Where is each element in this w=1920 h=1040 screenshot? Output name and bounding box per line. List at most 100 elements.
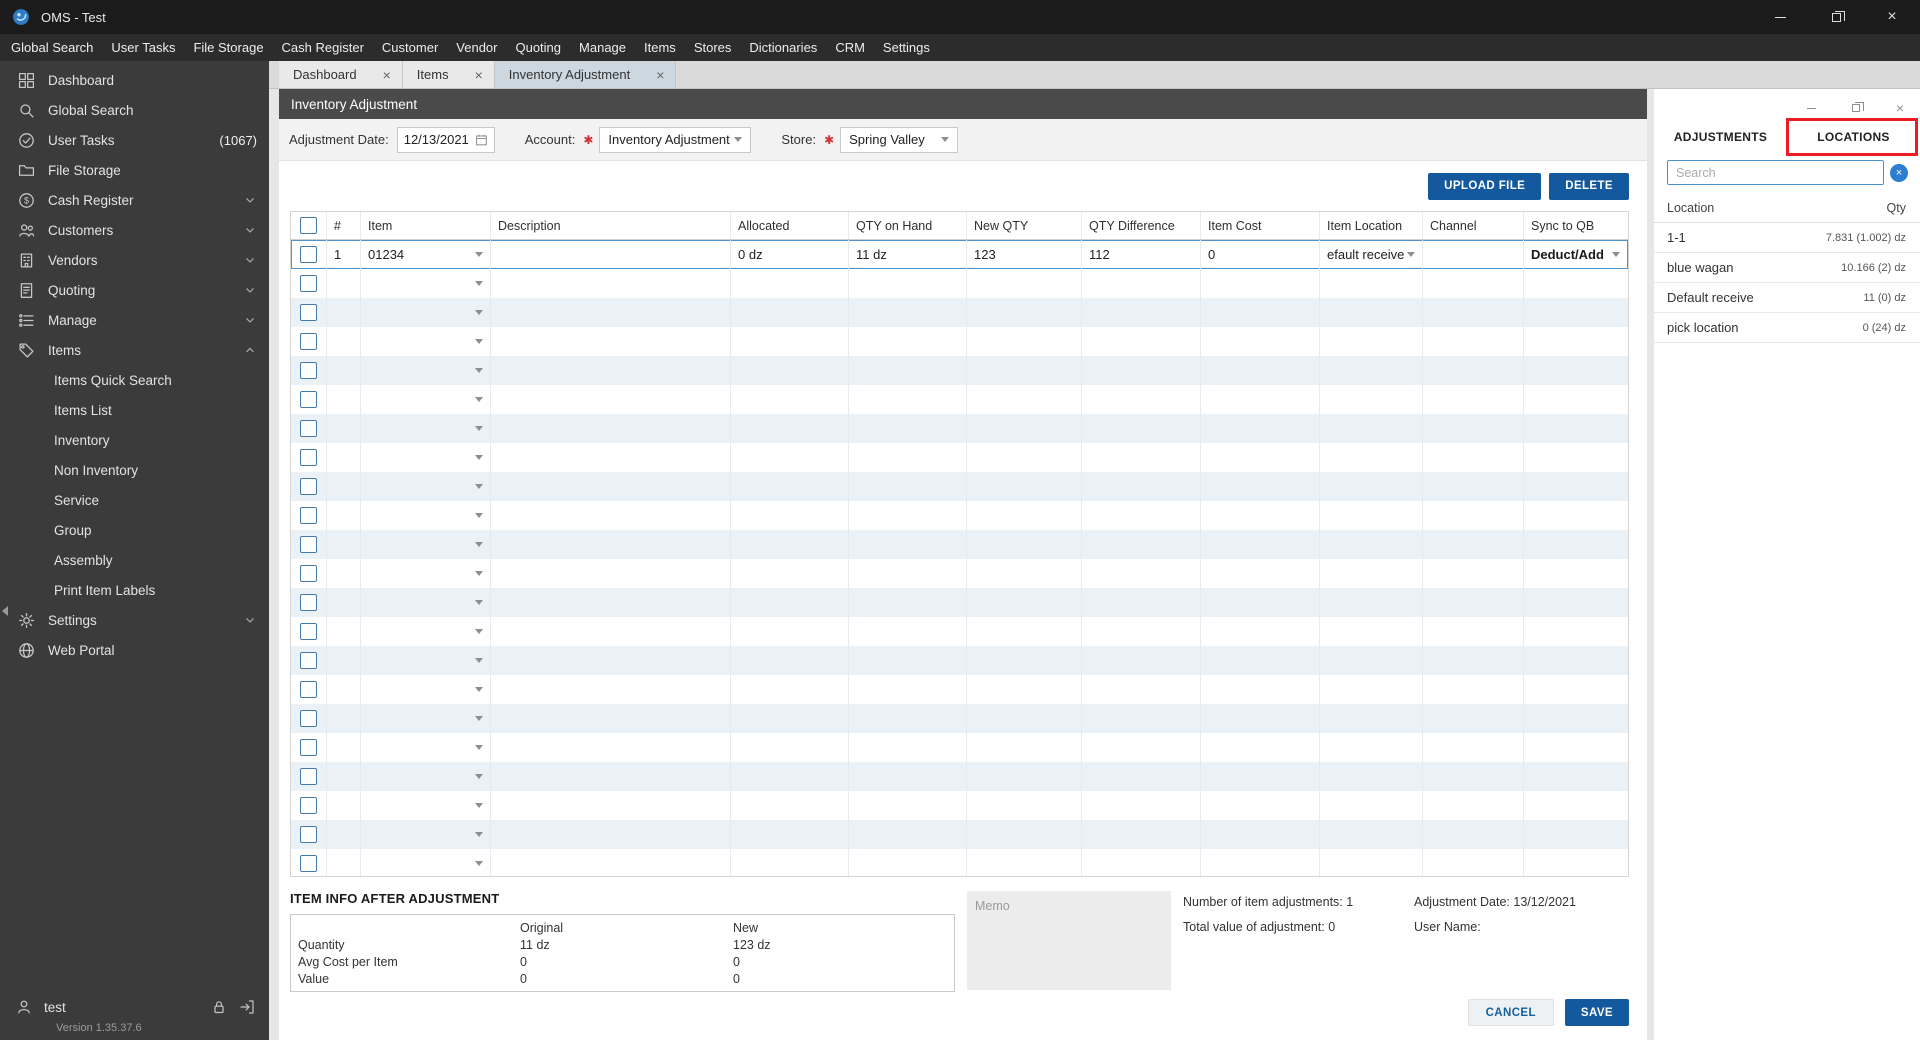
row-cell-num[interactable] [327,385,361,414]
row-cell-num[interactable] [327,762,361,791]
sidebar-item-settings[interactable]: Settings [0,605,269,635]
row-cell-channel[interactable] [1423,791,1524,820]
row-cell-item-cost[interactable] [1201,530,1320,559]
row-cell-num[interactable] [327,530,361,559]
row-cell-description[interactable] [491,849,731,876]
row-cell-item-cost[interactable] [1201,269,1320,298]
row-cell-channel[interactable] [1423,675,1524,704]
row-cell-description[interactable] [491,704,731,733]
row-checkbox[interactable] [300,304,317,321]
sidebar-item-vendors[interactable]: Vendors [0,245,269,275]
sidebar-item-customers[interactable]: Customers [0,215,269,245]
row-cell-new-qty[interactable] [967,762,1082,791]
row-cell-channel[interactable] [1423,298,1524,327]
location-row-pick-location[interactable]: pick location 0 (24) dz [1654,313,1920,343]
row-cell-qty-on-hand[interactable] [849,501,967,530]
row-cell-allocated[interactable] [731,733,849,762]
row-checkbox[interactable] [300,623,317,640]
row-cell-qty-difference[interactable] [1082,675,1201,704]
row-cell-channel[interactable] [1423,762,1524,791]
row-cell-new-qty[interactable] [967,269,1082,298]
row-cell-item[interactable] [361,356,491,385]
adjustment-date-field[interactable]: 12/13/2021 [396,126,495,153]
row-cell-num[interactable] [327,675,361,704]
sidebar-item-inventory[interactable]: Inventory [0,425,269,455]
row-checkbox[interactable] [300,710,317,727]
row-cell-description[interactable] [491,269,731,298]
tab-close-icon[interactable]: × [475,68,483,82]
row-cell-channel[interactable] [1423,443,1524,472]
row-cell-item[interactable] [361,849,491,876]
row-cell-description[interactable] [491,385,731,414]
row-cell-item[interactable] [361,327,491,356]
row-cell-item[interactable] [361,675,491,704]
row-cell-sync-to-qb[interactable] [1524,385,1628,414]
row-cell-item-location[interactable] [1320,559,1423,588]
row-cell-new-qty[interactable] [967,646,1082,675]
sidebar-item-service[interactable]: Service [0,485,269,515]
menu-items[interactable]: Items [635,34,685,61]
row-cell-item[interactable] [361,385,491,414]
location-row-blue-wagan[interactable]: blue wagan 10.166 (2) dz [1654,253,1920,283]
row-cell-item-cost[interactable] [1201,820,1320,849]
row-cell-item-cost[interactable] [1201,443,1320,472]
row-checkbox[interactable] [300,797,317,814]
save-button[interactable]: SAVE [1564,999,1629,1026]
row-checkbox[interactable] [300,739,317,756]
row-checkbox[interactable] [300,855,317,872]
row-cell-qty-difference[interactable] [1082,617,1201,646]
row-cell-description[interactable] [491,501,731,530]
row-cell-qty-difference[interactable] [1082,501,1201,530]
row-cell-new-qty[interactable] [967,327,1082,356]
row-cell-num[interactable]: 1 [327,240,361,269]
row-cell-item[interactable] [361,588,491,617]
row-cell-item-location[interactable] [1320,762,1423,791]
row-cell-qty-difference[interactable] [1082,443,1201,472]
panel-tab-locations[interactable]: LOCATIONS [1787,120,1920,153]
row-checkbox[interactable] [300,362,317,379]
row-cell-item-location[interactable] [1320,791,1423,820]
row-cell-sync-to-qb[interactable] [1524,327,1628,356]
row-cell-description[interactable] [491,675,731,704]
row-cell-item-location[interactable] [1320,733,1423,762]
row-cell-new-qty[interactable] [967,617,1082,646]
row-cell-qty-on-hand[interactable] [849,675,967,704]
menu-customer[interactable]: Customer [373,34,447,61]
row-cell-new-qty[interactable] [967,356,1082,385]
row-cell-item-cost[interactable] [1201,733,1320,762]
location-row-default-receive[interactable]: Default receive 11 (0) dz [1654,283,1920,313]
row-cell-qty-on-hand[interactable] [849,733,967,762]
sidebar-item-web-portal[interactable]: Web Portal [0,635,269,665]
tab-close-icon[interactable]: × [383,68,391,82]
row-cell-description[interactable] [491,646,731,675]
row-cell-item[interactable] [361,733,491,762]
row-checkbox[interactable] [300,565,317,582]
minimize-button[interactable] [1752,0,1808,34]
row-cell-num[interactable] [327,617,361,646]
select-all-checkbox[interactable] [300,217,317,234]
row-checkbox[interactable] [300,275,317,292]
menu-user-tasks[interactable]: User Tasks [102,34,184,61]
row-cell-description[interactable] [491,559,731,588]
row-cell-channel[interactable] [1423,327,1524,356]
row-cell-item-cost[interactable] [1201,298,1320,327]
row-cell-qty-on-hand[interactable] [849,588,967,617]
row-cell-item[interactable] [361,298,491,327]
row-cell-qty-on-hand[interactable] [849,414,967,443]
menu-file-storage[interactable]: File Storage [184,34,272,61]
row-cell-item-cost[interactable] [1201,675,1320,704]
panel-minimize-icon[interactable] [1806,107,1816,109]
row-cell-item[interactable]: 01234 [361,240,491,269]
row-cell-allocated[interactable] [731,269,849,298]
row-cell-qty-on-hand[interactable] [849,617,967,646]
row-cell-allocated[interactable] [731,530,849,559]
row-cell-channel[interactable] [1423,733,1524,762]
location-search-input[interactable] [1667,160,1884,185]
row-cell-qty-difference[interactable] [1082,849,1201,876]
row-cell-description[interactable] [491,617,731,646]
tab-dashboard[interactable]: Dashboard × [279,61,403,88]
row-cell-allocated[interactable] [731,617,849,646]
row-cell-allocated[interactable] [731,704,849,733]
logout-icon[interactable] [239,999,255,1015]
menu-settings[interactable]: Settings [874,34,939,61]
